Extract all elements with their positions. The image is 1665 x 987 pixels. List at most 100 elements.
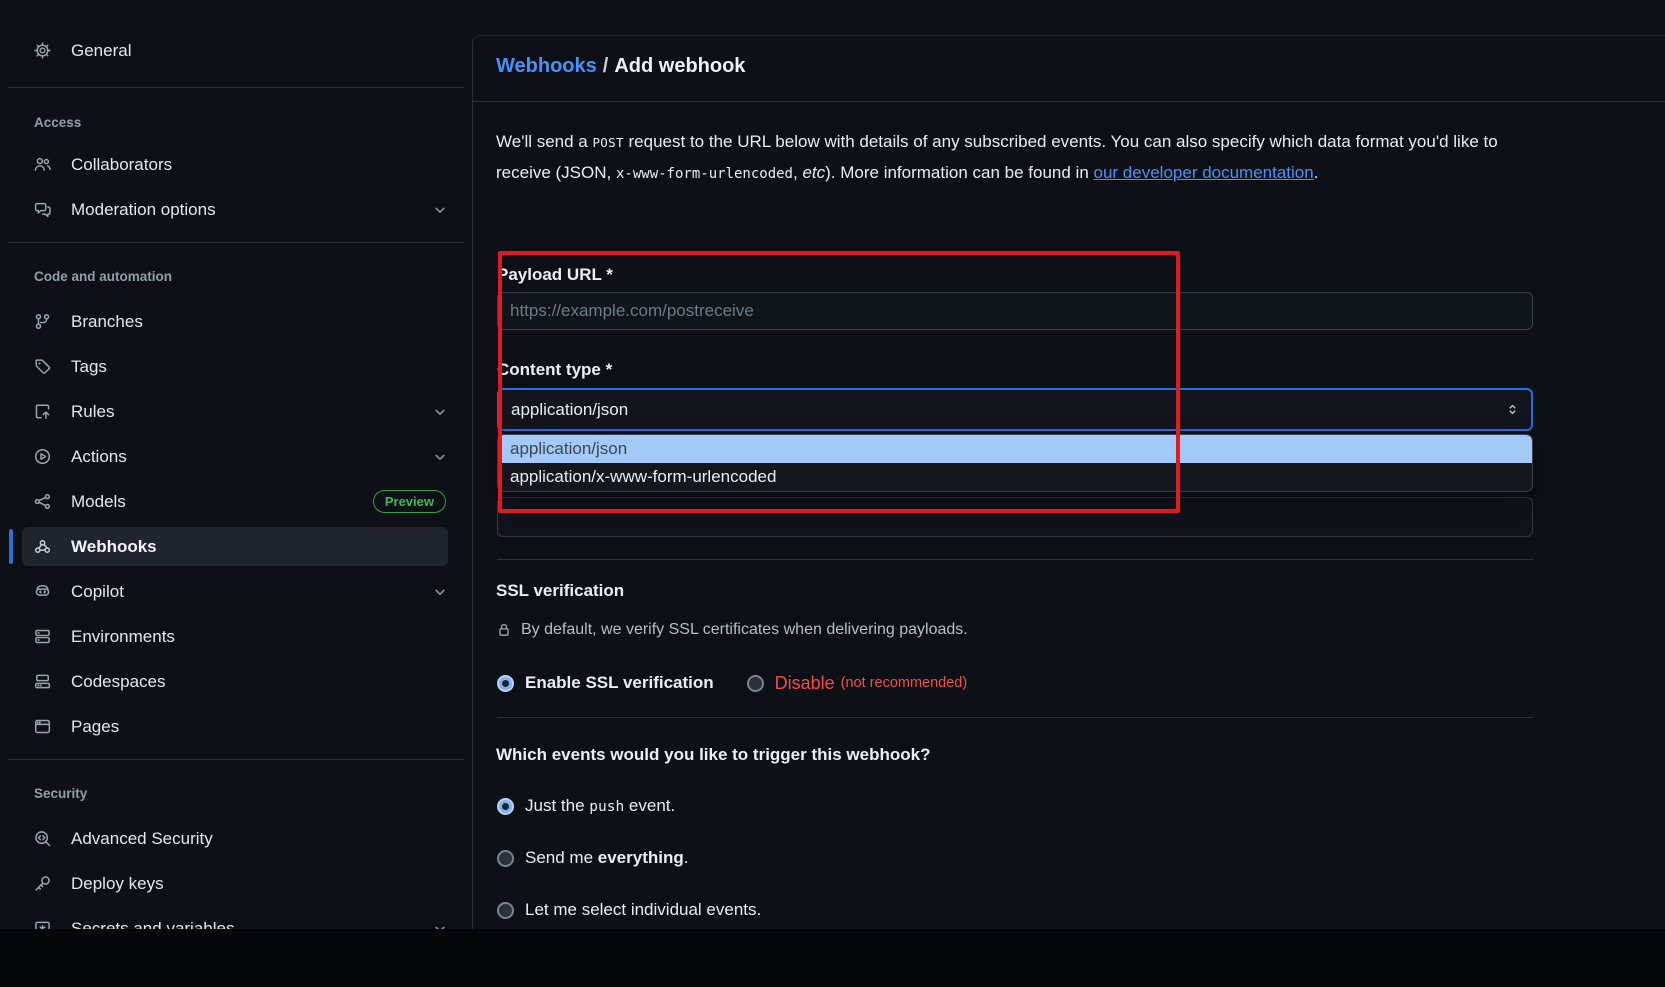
sidebar-item-pages[interactable]: Pages (0, 704, 472, 749)
sidebar-item-models[interactable]: Models Preview (0, 479, 472, 524)
intro-text: ). More information can be found in (825, 163, 1093, 182)
webhook-icon (34, 538, 51, 555)
git-branch-icon (34, 313, 51, 330)
browser-icon (34, 718, 51, 735)
rules-icon (34, 403, 51, 420)
server-icon (34, 628, 51, 645)
event-text: event. (624, 796, 675, 815)
developer-documentation-link[interactable]: our developer documentation (1094, 163, 1314, 182)
section-divider (497, 559, 1533, 560)
sidebar-item-branches[interactable]: Branches (0, 299, 472, 344)
webhook-settings-main: Webhooks/Add webhook We'll send a POST r… (472, 0, 1665, 929)
disable-ssl-radio[interactable] (747, 675, 764, 692)
breadcrumb: Webhooks/Add webhook (496, 52, 745, 80)
sidebar-item-label: Deploy keys (71, 874, 164, 894)
urlencoded-code-text: x-www-form-urlencoded (616, 166, 793, 182)
sidebar-item-label: Copilot (71, 582, 124, 602)
events-heading: Which events would you like to trigger t… (496, 745, 930, 765)
key-icon (34, 875, 51, 892)
preview-badge: Preview (373, 490, 446, 514)
content-type-label: Content type * (497, 360, 612, 380)
sidebar-item-label: Actions (71, 447, 127, 467)
chevron-down-icon (432, 404, 448, 420)
chevron-down-icon (432, 449, 448, 465)
sidebar-section-title-code: Code and automation (0, 253, 472, 299)
intro-text: We'll send a (496, 132, 592, 151)
sidebar-item-deploy-keys[interactable]: Deploy keys (0, 861, 472, 906)
sidebar-item-label: Codespaces (71, 672, 166, 692)
event-option-label: Just the push event. (525, 796, 675, 816)
sidebar-item-label: Rules (71, 402, 114, 422)
page-title: Add webhook (614, 55, 745, 77)
event-option-just-push: Just the push event. (497, 794, 675, 818)
sidebar-divider (8, 242, 464, 243)
push-code-text: push (589, 799, 624, 815)
sidebar-item-label: Environments (71, 627, 175, 647)
sidebar-item-tags[interactable]: Tags (0, 344, 472, 389)
select-option-application-json[interactable]: application/json (498, 435, 1532, 463)
settings-sidebar: General Access Collaborators Moderation … (0, 0, 472, 929)
sidebar-item-label: General (71, 41, 131, 61)
sidebar-item-rules[interactable]: Rules (0, 389, 472, 434)
models-icon (34, 493, 51, 510)
event-text-bold: everything (598, 848, 684, 867)
play-icon (34, 448, 51, 465)
sidebar-item-collaborators[interactable]: Collaborators (0, 142, 472, 187)
sidebar-item-codespaces[interactable]: Codespaces (0, 659, 472, 704)
breadcrumb-webhooks-link[interactable]: Webhooks (496, 55, 597, 77)
chevron-down-icon (432, 202, 448, 218)
intro-paragraph: We'll send a POST request to the URL bel… (496, 127, 1533, 189)
sidebar-item-general[interactable]: General (0, 28, 472, 73)
header-divider (473, 101, 1665, 102)
gear-icon (34, 42, 51, 59)
sidebar-item-actions[interactable]: Actions (0, 434, 472, 479)
sidebar-item-advanced-security[interactable]: Advanced Security (0, 816, 472, 861)
sidebar-divider (8, 759, 464, 760)
sidebar-divider (8, 87, 464, 88)
event-option-label: Let me select individual events. (525, 900, 761, 920)
breadcrumb-separator: / (597, 55, 615, 77)
codespaces-icon (34, 673, 51, 690)
window-bottom-edge (0, 929, 1665, 987)
ssl-verification-heading: SSL verification (496, 581, 624, 601)
event-text: Send me (525, 848, 598, 867)
tag-icon (34, 358, 51, 375)
select-option-x-www-form-urlencoded[interactable]: application/x-www-form-urlencoded (498, 463, 1532, 491)
ssl-description-row: By default, we verify SSL certificates w… (496, 621, 968, 639)
disable-ssl-note: (not recommended) (841, 675, 968, 691)
event-option-label: Send me everything. (525, 848, 688, 868)
copilot-icon (34, 583, 51, 600)
sidebar-item-environments[interactable]: Environments (0, 614, 472, 659)
event-option-send-everything: Send me everything. (497, 846, 688, 870)
individual-events-radio[interactable] (497, 902, 514, 919)
sidebar-item-copilot[interactable]: Copilot (0, 569, 472, 614)
section-divider (497, 717, 1533, 718)
comment-discussion-icon (34, 201, 51, 218)
just-push-radio[interactable] (497, 798, 514, 815)
code-scan-icon (34, 830, 51, 847)
people-icon (34, 156, 51, 173)
selected-item-indicator (9, 529, 13, 564)
secret-input[interactable] (497, 497, 1533, 537)
lock-icon (496, 622, 512, 638)
event-option-individual: Let me select individual events. (497, 898, 761, 922)
content-type-select[interactable]: application/json (497, 388, 1533, 431)
sidebar-item-moderation-options[interactable]: Moderation options (0, 187, 472, 232)
content-type-dropdown: application/json application/x-www-form-… (497, 434, 1533, 492)
sidebar-item-label: Moderation options (71, 200, 216, 220)
payload-url-input[interactable] (497, 292, 1533, 330)
post-code-text: POST (592, 135, 623, 150)
sidebar-item-label: Branches (71, 312, 143, 332)
ssl-description: By default, we verify SSL certificates w… (521, 621, 968, 639)
sidebar-item-label: Collaborators (71, 155, 172, 175)
enable-ssl-radio[interactable] (497, 675, 514, 692)
event-text: Just the (525, 796, 589, 815)
sidebar-item-webhooks[interactable]: Webhooks (0, 524, 472, 569)
disable-ssl-label: Disable (775, 673, 835, 694)
send-everything-radio[interactable] (497, 850, 514, 867)
payload-url-label: Payload URL * (497, 265, 613, 285)
chevron-down-icon (432, 584, 448, 600)
etc-italic-text: etc (802, 163, 825, 182)
enable-ssl-label: Enable SSL verification (525, 673, 714, 693)
sidebar-item-label: Pages (71, 717, 119, 737)
